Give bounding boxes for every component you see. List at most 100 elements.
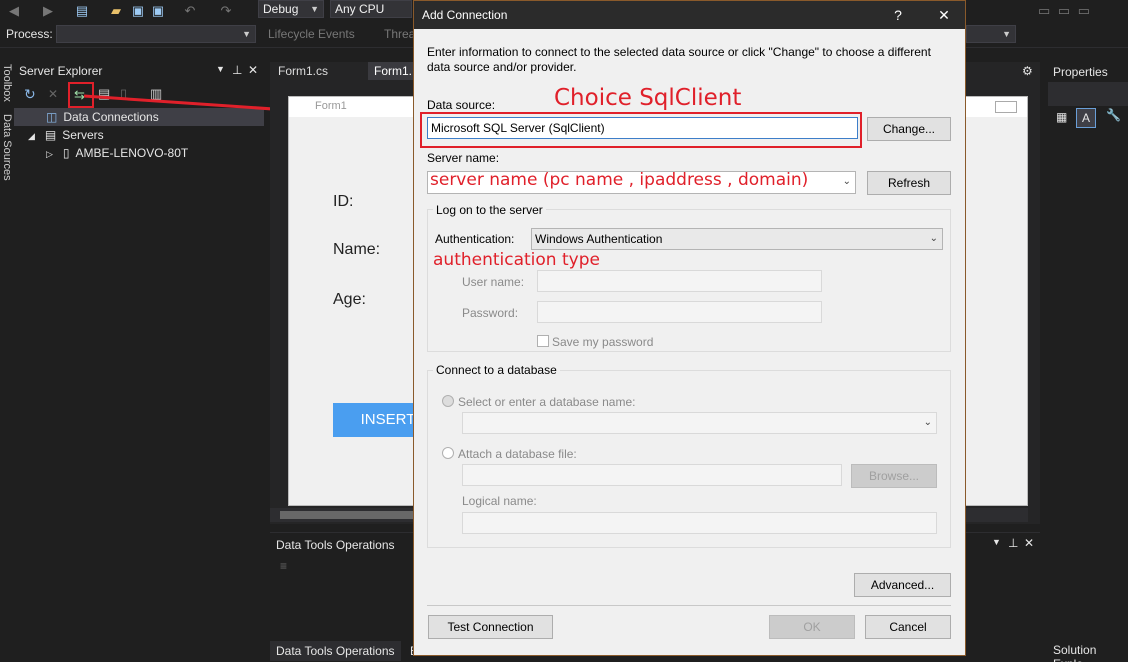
chevron-down-icon: ▼ [310, 4, 319, 14]
username-input[interactable] [537, 270, 822, 292]
attach-db-radio[interactable] [442, 447, 454, 459]
username-label: User name: [462, 275, 525, 289]
label-id: ID: [333, 193, 354, 210]
bottom-tab-data-tools[interactable]: Data Tools Operations [270, 641, 401, 661]
clear-list-icon[interactable]: ≡ [280, 559, 287, 573]
browse-button[interactable]: Browse... [851, 464, 937, 488]
save-password-checkbox[interactable] [537, 335, 549, 347]
refresh-button[interactable]: Refresh [867, 171, 951, 195]
dialog-description: Enter information to connect to the sele… [427, 45, 931, 74]
tab-form1-cs[interactable]: Form1.cs [272, 62, 334, 80]
database-icon: ◫ [46, 110, 58, 124]
logical-name-label: Logical name: [462, 494, 537, 508]
server-name-label: Server name: [427, 151, 500, 165]
save-icon[interactable]: ▣ [130, 3, 146, 19]
chevron-down-icon: ▼ [242, 29, 251, 39]
expanded-arrow-icon[interactable]: ◢ [28, 131, 35, 141]
label-name: Name: [333, 241, 381, 258]
undo-icon[interactable]: ↶ [182, 3, 198, 19]
dialog-title: Add Connection [422, 8, 508, 22]
authentication-value: Windows Authentication [535, 232, 663, 246]
cancel-button[interactable]: Cancel [865, 615, 951, 639]
ok-button[interactable]: OK [769, 615, 855, 639]
tree-item-label: AMBE-LENOVO-80T [75, 146, 189, 160]
redo-icon[interactable]: ↷ [218, 3, 234, 19]
server-explorer-title: Server Explorer [19, 64, 103, 78]
chevron-down-icon: ▼ [1002, 29, 1011, 39]
authentication-label: Authentication: [435, 232, 515, 246]
attach-db-input[interactable] [462, 464, 842, 486]
solution-explorer-tab[interactable]: Solution Explo [1053, 643, 1128, 662]
thread-label: Threa [384, 27, 416, 41]
insert-button[interactable]: INSERT [333, 403, 423, 437]
toolbox-tab[interactable]: Toolbox [1, 64, 13, 102]
properties-panel: Properties ▦ A 🔧 Solution Explo [1048, 62, 1128, 662]
settings-gear-icon[interactable]: ⚙ [1022, 64, 1033, 78]
tab-form1-designer[interactable]: Form1. [368, 62, 419, 80]
data-sources-tab[interactable]: Data Sources [1, 114, 13, 181]
pin-icon[interactable]: ⊥ [1008, 536, 1018, 550]
refresh-icon[interactable]: ↻ [24, 86, 36, 103]
collapsed-arrow-icon[interactable]: ▷ [46, 149, 53, 159]
logon-group-title: Log on to the server [433, 203, 546, 217]
chevron-down-icon: ⌄ [923, 417, 932, 428]
configuration-value: Debug [263, 2, 299, 16]
stack-frame-select[interactable]: ▼ [966, 25, 1016, 43]
open-folder-icon[interactable]: ▰ [108, 3, 124, 19]
select-db-radio[interactable] [442, 395, 454, 407]
attach-db-label: Attach a database file: [458, 447, 577, 461]
back-icon[interactable]: ◀ [6, 3, 22, 19]
tree-item-machine[interactable]: ▷ ▯ AMBE-LENOVO-80T [46, 144, 188, 162]
computer-icon: ▯ [62, 146, 70, 160]
password-input[interactable] [537, 301, 822, 323]
password-label: Password: [462, 306, 519, 320]
forward-icon[interactable]: ▶ [40, 3, 56, 19]
minimize-icon [995, 101, 1017, 113]
chevron-down-icon: ⌄ [929, 233, 938, 244]
toolbar-right-icons: ▭ ▭ ▭ [1037, 3, 1093, 18]
server-name-input[interactable]: server name (pc name , ipaddress , domai… [427, 170, 856, 194]
data-source-label: Data source: [427, 98, 496, 112]
tree-item-label: Servers [62, 128, 104, 142]
help-icon[interactable]: ? [878, 1, 918, 29]
label-age: Age: [333, 291, 366, 308]
new-project-icon[interactable]: ▤ [74, 3, 90, 19]
annotation-server-name: server name (pc name , ipaddress , domai… [430, 170, 809, 190]
data-source-field[interactable]: Microsoft SQL Server (SqlClient) [427, 117, 858, 139]
connect-db-group-title: Connect to a database [433, 363, 560, 377]
data-tools-title: Data Tools Operations [276, 538, 395, 552]
form-title: Form1 [315, 100, 347, 112]
dropdown-icon[interactable]: ▼ [216, 64, 225, 74]
platform-select[interactable]: Any CPU [330, 0, 412, 18]
stop-icon[interactable]: ✕ [48, 87, 58, 101]
add-connection-dialog: Add Connection ? ✕ Enter information to … [413, 0, 966, 656]
dropdown-icon[interactable]: ▼ [992, 537, 1001, 547]
alphabetical-icon[interactable]: A [1076, 108, 1096, 128]
properties-object-select[interactable] [1048, 82, 1128, 106]
close-icon[interactable]: ✕ [248, 63, 258, 77]
annotation-auth: authentication type [433, 250, 600, 270]
close-icon[interactable]: ✕ [1024, 536, 1034, 550]
lifecycle-events[interactable]: Lifecycle Events [268, 27, 355, 41]
server-icon: ▤ [44, 128, 57, 142]
change-button[interactable]: Change... [867, 117, 951, 141]
chevron-down-icon[interactable]: ⌄ [843, 172, 851, 192]
divider [427, 605, 951, 606]
pin-icon[interactable]: ⊥ [232, 63, 242, 77]
platform-value: Any CPU [335, 2, 385, 16]
categorized-icon[interactable]: ▦ [1056, 110, 1067, 124]
configuration-select[interactable]: Debug ▼ [258, 0, 324, 18]
save-password-label: Save my password [552, 335, 654, 349]
data-source-value: Microsoft SQL Server (SqlClient) [431, 121, 605, 135]
property-pages-icon[interactable]: 🔧 [1106, 108, 1121, 122]
test-connection-button[interactable]: Test Connection [428, 615, 553, 639]
close-icon[interactable]: ✕ [924, 1, 964, 29]
annotation-sqlclient: Choice SqlClient [554, 85, 742, 111]
authentication-select[interactable]: Windows Authentication ⌄ [531, 228, 943, 250]
save-all-icon[interactable]: ▣ [150, 3, 166, 19]
database-name-select[interactable]: ⌄ [462, 412, 937, 434]
advanced-button[interactable]: Advanced... [854, 573, 951, 597]
logical-name-input[interactable] [462, 512, 937, 534]
process-select[interactable]: ▼ [56, 25, 256, 43]
server-explorer-panel: Server Explorer ▼ ⊥ ✕ ↻ ✕ ⇆ ▤ ▯ ▥ ◫ Data … [14, 62, 264, 662]
